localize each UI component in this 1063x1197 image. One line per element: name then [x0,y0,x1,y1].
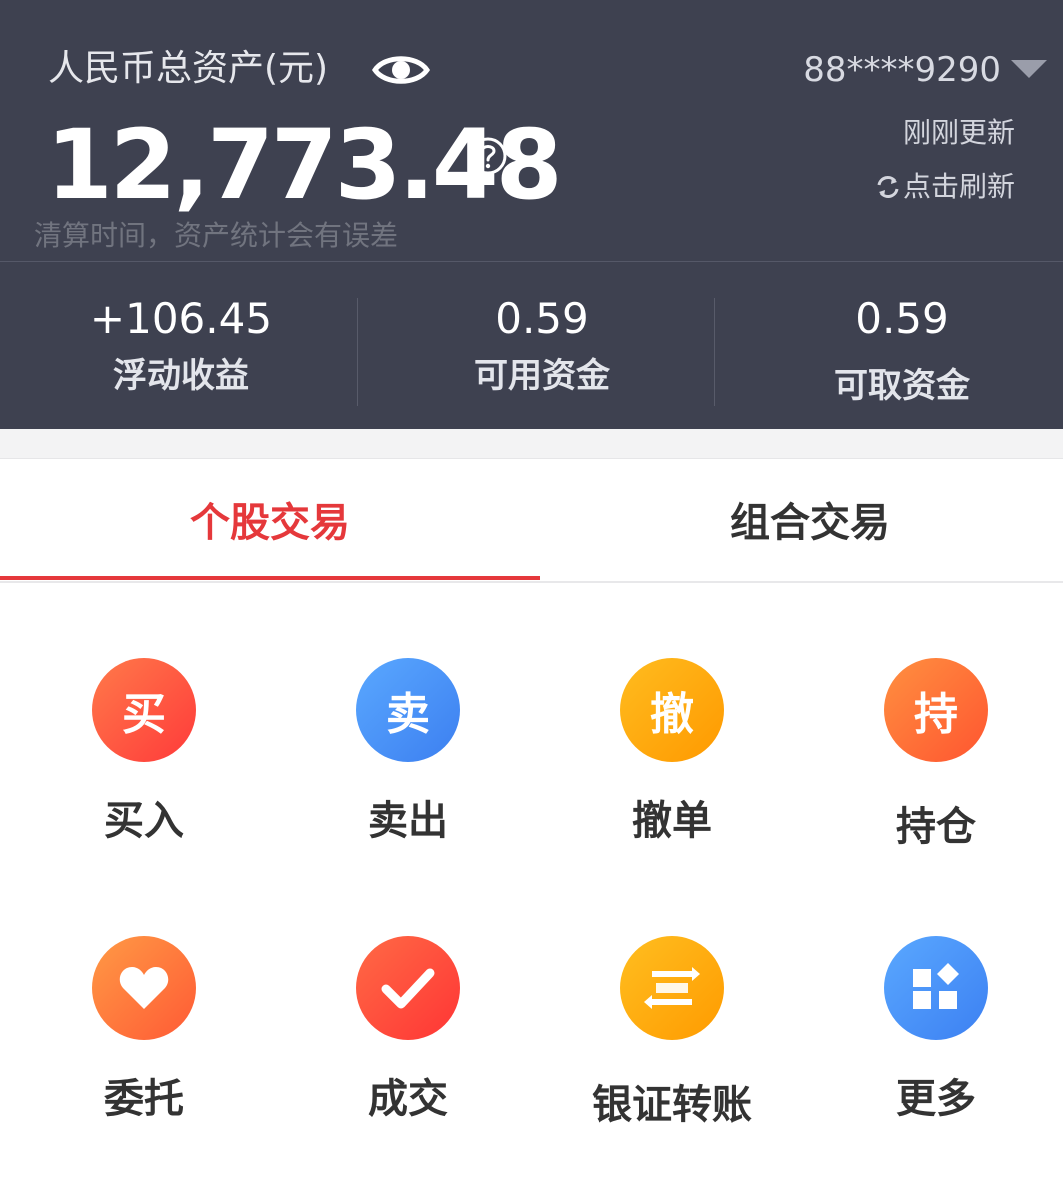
action-bank-transfer[interactable]: 银证转账 [572,936,772,1130]
checkmark-icon [356,936,460,1040]
action-label: 银证转账 [592,1082,752,1128]
refresh-icon [877,176,899,198]
active-tab-indicator [0,576,540,580]
header-divider [0,261,1063,262]
refresh-label: 点击刷新 [902,170,1015,203]
checkmark-glyph [381,968,435,1009]
stat-value: 0.59 [855,294,949,343]
action-entrust[interactable]: 委托 [44,936,244,1124]
sell-icon: 卖 [356,658,460,762]
update-status: 刚刚更新 [902,116,1015,149]
action-label: 更多 [896,1076,976,1122]
buy-icon: 买 [92,658,196,762]
stat-value: 0.59 [495,294,589,343]
trade-tabs: 个股交易 组合交易 [0,459,1063,583]
action-more[interactable]: 更多 [836,936,1036,1124]
stat-divider [357,298,358,406]
tab-portfolio-trading[interactable]: 组合交易 [540,459,1063,579]
action-label: 成交 [368,1076,448,1122]
action-sell[interactable]: 卖 卖出 [308,658,508,846]
account-selector[interactable]: 88****9290 [803,48,1001,92]
action-position[interactable]: 持 持仓 [836,658,1036,852]
stat-label: 浮动收益 [113,356,249,396]
settlement-notice: 清算时间，资产统计会有误差 [34,219,399,252]
cancel-order-icon: 撤 [620,658,724,762]
tab-stock-trading[interactable]: 个股交易 [0,459,540,579]
action-deal[interactable]: 成交 [308,936,508,1124]
refresh-button[interactable]: 点击刷新 [875,168,1015,206]
help-icon[interactable] [468,136,508,176]
action-label: 委托 [104,1076,184,1122]
stat-available-funds: 0.59 可用资金 [365,292,719,400]
stat-label: 可取资金 [834,366,970,406]
section-gap [0,429,1063,459]
action-cancel-order[interactable]: 撤 撤单 [572,658,772,846]
action-label: 撤单 [632,798,712,844]
action-label: 卖出 [368,798,448,844]
more-grid-icon [884,936,988,1040]
asset-title: 人民币总资产(元) [48,48,329,89]
stat-floating-profit: +106.45 浮动收益 [4,292,358,400]
stat-value: +106.45 [89,294,273,343]
heart-icon [92,936,196,1040]
stat-label: 可用资金 [474,356,610,396]
eye-icon[interactable] [372,50,430,90]
heart-glyph [119,967,169,1009]
action-label: 买入 [104,798,184,844]
stat-withdrawable-funds: 0.59 可取资金 [725,292,1063,410]
stat-divider [714,298,715,406]
transfer-glyph [644,967,700,1009]
action-label: 持仓 [896,804,976,850]
more-grid-glyph [913,963,959,1009]
caret-down-icon[interactable] [1011,60,1047,78]
transfer-icon [620,936,724,1040]
position-icon: 持 [884,658,988,762]
asset-header: 人民币总资产(元) 88****9290 12,773.48 刚刚更新 点击刷新… [0,0,1063,429]
action-buy[interactable]: 买 买入 [44,658,244,846]
